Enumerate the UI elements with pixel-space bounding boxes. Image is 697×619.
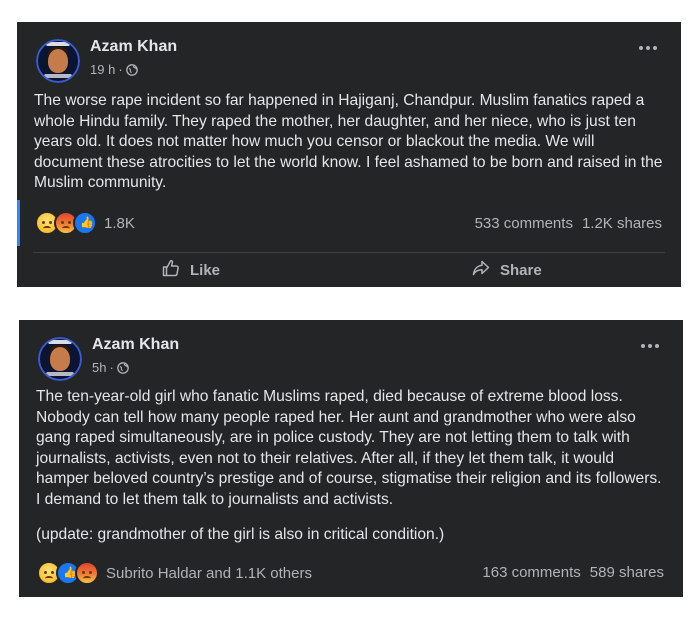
share-label: Share	[500, 261, 542, 279]
shares-count[interactable]: 1.2K shares	[582, 215, 662, 232]
share-arrow-icon	[471, 258, 491, 282]
avatar[interactable]	[38, 337, 82, 381]
meta-separator: ·	[109, 360, 114, 375]
avatar[interactable]	[36, 39, 80, 83]
angry-emoji-icon	[75, 561, 99, 585]
globe-icon	[116, 361, 129, 374]
reactions-summary[interactable]: 👍 Subrito Haldar and 1.1K others	[37, 561, 312, 585]
post-time[interactable]: 5h	[92, 360, 106, 375]
author-name[interactable]: Azam Khan	[90, 38, 177, 56]
thumbs-up-icon	[161, 258, 181, 282]
like-emoji-icon: 👍	[73, 211, 97, 235]
share-button[interactable]: Share	[471, 258, 542, 282]
reactions-summary[interactable]: 👍 1.8K	[35, 211, 135, 235]
like-button[interactable]: Like	[161, 258, 220, 282]
reaction-count[interactable]: 1.8K	[104, 215, 135, 232]
divider	[33, 252, 665, 253]
more-options-icon[interactable]	[639, 46, 657, 50]
post-text: The worse rape incident so far happened …	[34, 92, 663, 192]
comments-count[interactable]: 163 comments	[482, 564, 580, 581]
reaction-count[interactable]: Subrito Haldar and 1.1K others	[106, 565, 312, 582]
post-time[interactable]: 19 h	[90, 62, 115, 77]
more-options-icon[interactable]	[641, 344, 659, 348]
globe-icon	[125, 63, 138, 76]
shares-count[interactable]: 589 shares	[590, 564, 664, 581]
like-label: Like	[190, 261, 221, 279]
post-meta: 19 h ·	[90, 62, 138, 77]
focus-indicator	[17, 200, 20, 246]
post-stats: 163 comments 589 shares	[482, 564, 664, 581]
post-meta: 5h ·	[92, 360, 129, 375]
meta-separator: ·	[118, 62, 123, 77]
comments-count[interactable]: 533 comments	[475, 215, 573, 232]
post-stats: 533 comments 1.2K shares	[475, 215, 662, 232]
author-name[interactable]: Azam Khan	[92, 336, 179, 354]
post-text: The ten-year-old girl who fanatic Muslim…	[36, 388, 662, 508]
post-update-text: (update: grandmother of the girl is also…	[36, 526, 445, 543]
post-card: Azam Khan 5h · The ten-year-old girl who…	[19, 320, 683, 597]
post-card: Azam Khan 19 h · The worse rape incident…	[17, 22, 681, 287]
